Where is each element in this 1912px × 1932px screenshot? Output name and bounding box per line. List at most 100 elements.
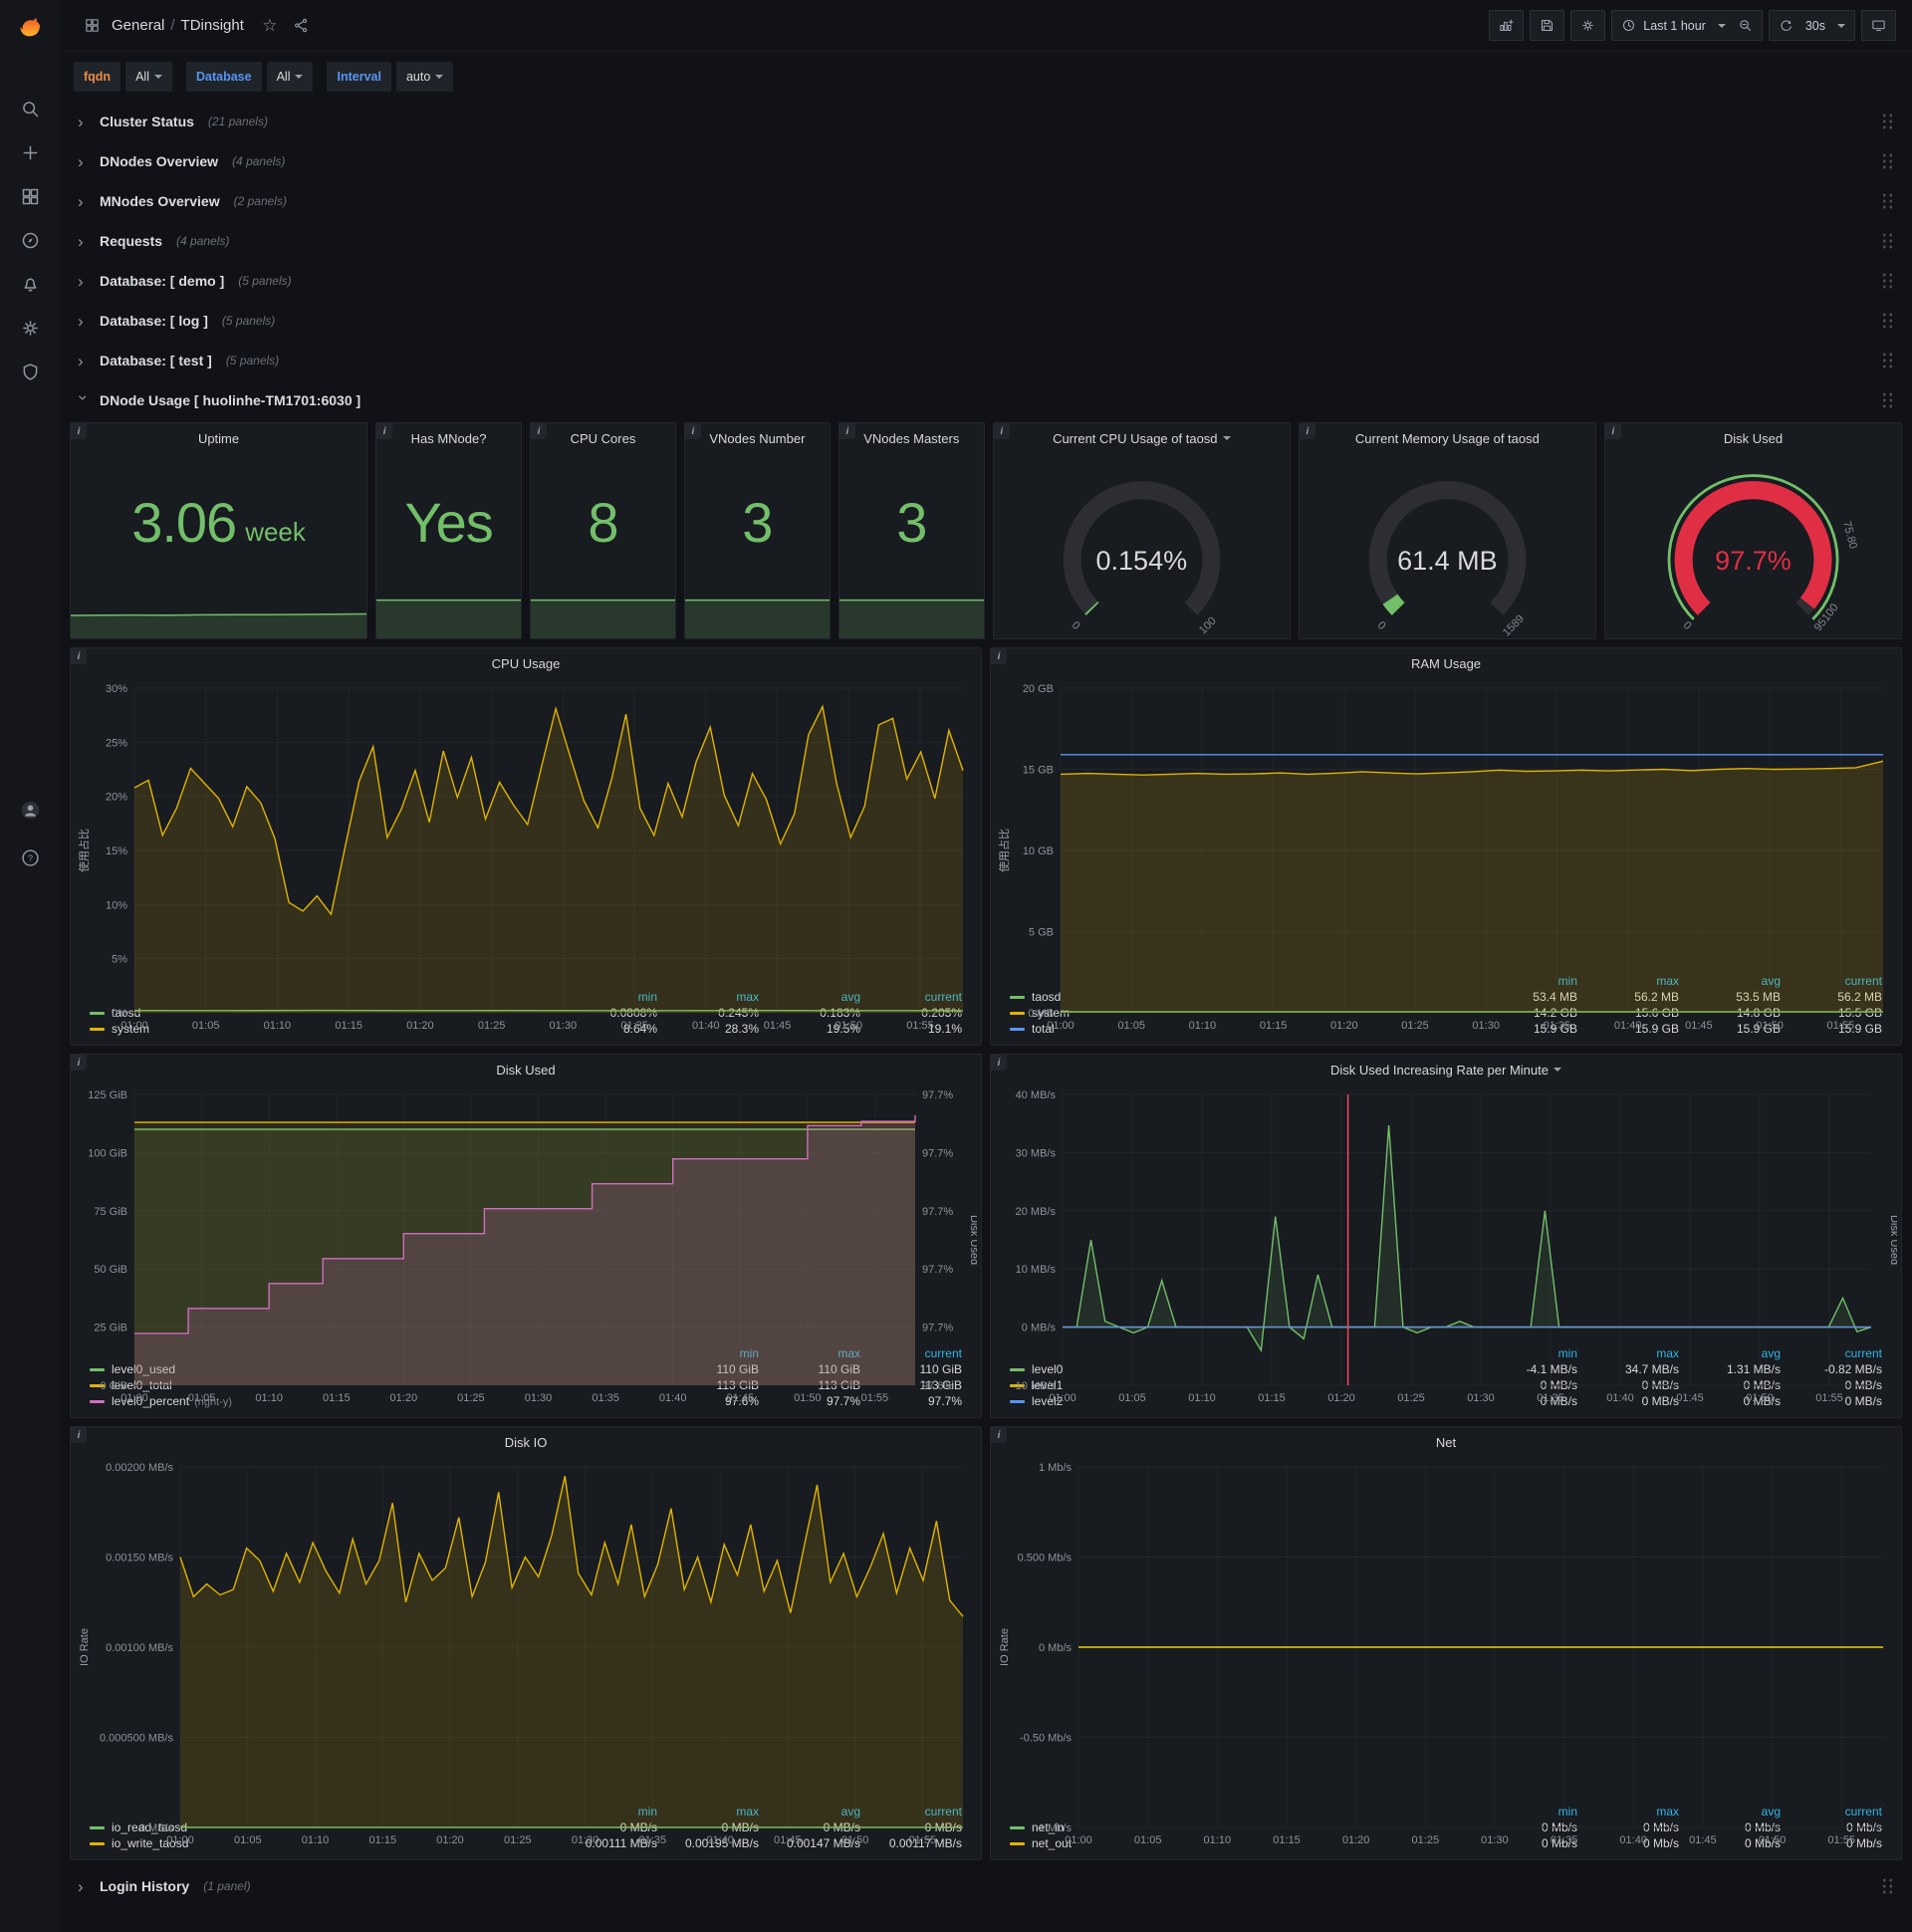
panel-info-icon[interactable]: i — [991, 1055, 1007, 1071]
row-panel-count: (5 panels) — [225, 354, 280, 367]
panel-title[interactable]: VNodes Number — [685, 423, 830, 453]
variable-label[interactable]: fqdn — [74, 62, 121, 92]
user-avatar[interactable] — [8, 793, 52, 827]
panel-title[interactable]: Uptime — [71, 423, 366, 453]
dashboard-row-toggle[interactable]: › MNodes Overview (2 panels) — [70, 183, 1902, 219]
variable-value-dropdown[interactable]: auto — [395, 62, 454, 92]
time-range-picker[interactable]: Last 1 hour — [1611, 10, 1736, 41]
dashboard-grid-icon[interactable] — [78, 12, 106, 40]
cycle-view-button[interactable] — [1861, 10, 1896, 41]
save-dashboard-button[interactable] — [1530, 10, 1565, 41]
chevron-down-icon — [1717, 23, 1726, 28]
dashboard-settings-button[interactable] — [1570, 10, 1606, 41]
row-title: Database: [ log ] — [100, 313, 208, 329]
create-plus-icon[interactable] — [8, 135, 52, 169]
panel-title[interactable]: Has MNode? — [376, 423, 521, 453]
chevron-down-icon: › — [74, 394, 94, 400]
panel-title[interactable]: Net — [991, 1427, 1901, 1457]
svg-text:01:50: 01:50 — [841, 1834, 869, 1846]
row-drag-handle[interactable] — [1881, 1877, 1894, 1895]
dashboard-row-toggle[interactable]: › Database: [ test ] (5 panels) — [70, 343, 1902, 378]
dashboard-row-toggle-expanded[interactable]: › DNode Usage [ huolinhe-TM1701:6030 ] — [70, 382, 1902, 418]
row-drag-handle[interactable] — [1881, 113, 1894, 130]
panel-title[interactable]: Current Memory Usage of taosd — [1300, 423, 1595, 453]
panel-title-text: CPU Cores — [570, 430, 636, 446]
row-drag-handle[interactable] — [1881, 312, 1894, 330]
variable-value-dropdown[interactable]: All — [125, 62, 172, 92]
svg-text:Disk Used: Disk Used — [1888, 1215, 1897, 1265]
row-title: Database: [ demo ] — [100, 273, 225, 289]
alerting-bell-icon[interactable] — [8, 267, 52, 301]
row-title: DNodes Overview — [100, 153, 219, 169]
time-series-plot[interactable]: 使用占比 20 GB 15 GB 10 GB 5 GB 0 MB 01:00 01:05 01:… — [995, 678, 1897, 1032]
panel-info-icon[interactable]: i — [71, 423, 87, 439]
panel-info-icon[interactable]: i — [991, 648, 1007, 664]
row-drag-handle[interactable] — [1881, 192, 1894, 210]
panel-title[interactable]: Disk Used — [71, 1055, 981, 1085]
panel-cpu-usage-chart: i CPU Usage 使用占比 30% 25% 20% 15% 10% 5% 0% 01:00… — [70, 647, 982, 1046]
panel-title[interactable]: Disk Used — [1605, 423, 1901, 453]
panel-info-icon[interactable]: i — [71, 648, 87, 664]
svg-text:0 MB/s: 0 MB/s — [1022, 1323, 1057, 1334]
panel-info-icon[interactable]: i — [1604, 423, 1621, 439]
row-drag-handle[interactable] — [1881, 391, 1894, 409]
panel-info-icon[interactable]: i — [376, 423, 393, 439]
dashboard-row-toggle[interactable]: › DNodes Overview (4 panels) — [70, 143, 1902, 179]
panel-info-icon[interactable]: i — [71, 1427, 87, 1443]
panel-info-icon[interactable]: i — [531, 423, 547, 439]
dashboard-row-toggle[interactable]: › Requests (4 panels) — [70, 223, 1902, 259]
row-drag-handle[interactable] — [1881, 232, 1894, 250]
row-title: MNodes Overview — [100, 193, 220, 209]
dashboard-row-toggle[interactable]: › Database: [ demo ] (5 panels) — [70, 263, 1902, 299]
panel-title[interactable]: Current CPU Usage of taosd — [994, 423, 1290, 453]
panel-title[interactable]: VNodes Masters — [839, 423, 984, 453]
breadcrumb-dashboard[interactable]: TDinsight — [181, 17, 244, 34]
time-series-plot[interactable]: IO Rate 1 Mb/s 0.500 Mb/s 0 Mb/s -0.50 Mb/s -… — [995, 1457, 1897, 1846]
breadcrumb-folder[interactable]: General — [112, 17, 164, 34]
row-drag-handle[interactable] — [1881, 272, 1894, 290]
help-icon[interactable]: ? — [8, 841, 52, 874]
zoom-out-button[interactable] — [1728, 10, 1763, 41]
time-series-plot[interactable]: Disk Used 40 MB/s 30 MB/s 20 MB/s 10 MB/s 0 M… — [995, 1085, 1897, 1404]
svg-text:01:50: 01:50 — [1756, 1020, 1784, 1032]
svg-text:97.7%: 97.7% — [922, 1206, 953, 1218]
time-series-plot[interactable]: Disk Used 125 GiB 100 GiB 75 GiB 50 GiB 25 Gi… — [75, 1085, 977, 1404]
dashboard-row-toggle[interactable]: › Cluster Status (21 panels) — [70, 104, 1902, 139]
row-drag-handle[interactable] — [1881, 352, 1894, 369]
panel-info-icon[interactable]: i — [71, 1055, 87, 1071]
dashboard-row-toggle[interactable]: › Database: [ log ] (5 panels) — [70, 303, 1902, 339]
star-icon[interactable]: ☆ — [256, 12, 284, 40]
grafana-logo[interactable] — [0, 0, 60, 52]
configuration-gear-icon[interactable] — [8, 311, 52, 345]
svg-text:01:25: 01:25 — [478, 1020, 506, 1032]
time-series-plot[interactable]: 使用占比 30% 25% 20% 15% 10% 5% 0% 01:00 01:05 01:10 01… — [75, 678, 977, 1032]
panel-info-icon[interactable]: i — [993, 423, 1010, 439]
variable-value-dropdown[interactable]: All — [266, 62, 314, 92]
refresh-interval-dropdown[interactable]: 30s — [1795, 10, 1855, 41]
explore-compass-icon[interactable] — [8, 223, 52, 257]
svg-text:25%: 25% — [106, 737, 127, 749]
svg-text:0 Mb/s: 0 Mb/s — [1039, 1642, 1073, 1654]
panel-info-icon[interactable]: i — [684, 423, 701, 439]
panel-info-icon[interactable]: i — [1299, 423, 1315, 439]
dashboards-icon[interactable] — [8, 179, 52, 213]
row-drag-handle[interactable] — [1881, 152, 1894, 170]
panel-title-text: Current CPU Usage of taosd — [1053, 430, 1218, 446]
server-admin-shield-icon[interactable] — [8, 355, 52, 388]
variable-label[interactable]: Database — [185, 62, 262, 92]
panel-info-icon[interactable]: i — [991, 1427, 1007, 1443]
share-icon[interactable] — [288, 12, 316, 40]
panel-title[interactable]: Disk Used Increasing Rate per Minute — [991, 1055, 1901, 1085]
panel-title[interactable]: CPU Usage — [71, 648, 981, 678]
dashboard-row-toggle[interactable]: › Login History (1 panel) — [70, 1868, 1902, 1904]
search-icon[interactable] — [8, 92, 52, 125]
panel-title[interactable]: CPU Cores — [531, 423, 675, 453]
time-series-plot[interactable]: IO Rate 0.00200 MB/s 0.00150 MB/s 0.00100 M… — [75, 1457, 977, 1846]
panel-title[interactable]: Disk IO — [71, 1427, 981, 1457]
variable-label[interactable]: Interval — [327, 62, 391, 92]
svg-text:Disk Used: Disk Used — [968, 1215, 977, 1265]
breadcrumb-separator: / — [170, 17, 175, 34]
panel-info-icon[interactable]: i — [838, 423, 855, 439]
panel-title[interactable]: RAM Usage — [991, 648, 1901, 678]
add-panel-button[interactable] — [1489, 10, 1525, 41]
